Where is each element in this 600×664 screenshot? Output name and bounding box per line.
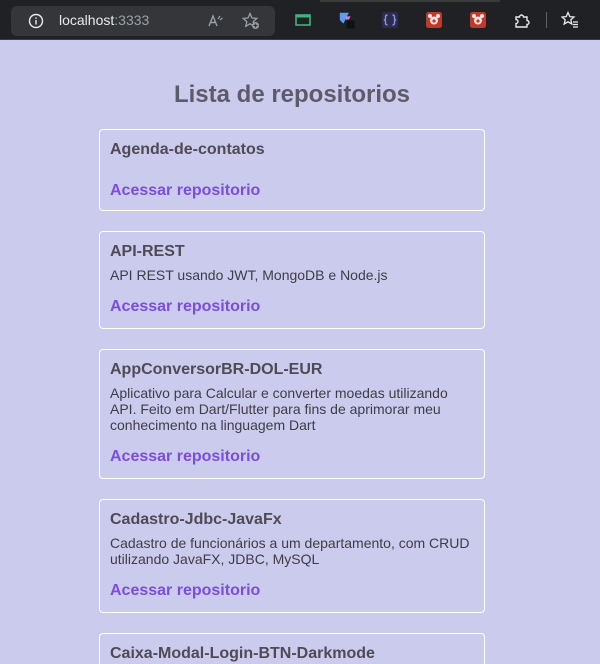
repo-name: AppConversorBR-DOL-EUR <box>110 361 323 378</box>
browser-toolbar: localhost:3333 <box>0 0 600 40</box>
repo-description: Aplicativo para Calcular e converter moe… <box>110 385 448 433</box>
repo-link[interactable]: Acessar repositorio <box>110 581 474 600</box>
repo-name: Cadastro-Jdbc-JavaFx <box>110 511 282 528</box>
extensions-puzzle-icon[interactable] <box>513 11 531 29</box>
extension-screen-icon[interactable] <box>294 11 312 29</box>
repo-card: AppConversorBR-DOL-EUR Aplicativo para C… <box>99 349 485 479</box>
repo-link[interactable]: Acessar repositorio <box>110 297 474 316</box>
url-host: localhost <box>59 12 115 28</box>
repo-description: Cadastro de funcionários a um departamen… <box>110 535 470 567</box>
add-favorite-icon[interactable] <box>242 12 260 30</box>
toolbar-separator <box>546 12 547 28</box>
url-port: :3333 <box>114 12 150 28</box>
repo-card: API-REST API REST usando JWT, MongoDB e … <box>99 231 485 329</box>
tab-strip-edge <box>320 0 500 2</box>
extension-json-icon[interactable] <box>381 11 399 29</box>
repo-card: Cadastro-Jdbc-JavaFx Cadastro de funcion… <box>99 499 485 613</box>
repo-link[interactable]: Acessar repositorio <box>110 447 474 466</box>
favorites-icon[interactable] <box>561 11 579 29</box>
repo-card: Agenda-de-contatos Acessar repositorio <box>99 129 485 211</box>
site-info-icon[interactable] <box>28 13 44 29</box>
address-bar[interactable]: localhost:3333 <box>11 6 275 36</box>
repo-description: API REST usando JWT, MongoDB e Node.js <box>110 267 388 283</box>
repo-card: Caixa-Modal-Login-BTN-Darkmode <box>99 633 485 664</box>
repo-link[interactable]: Acessar repositorio <box>110 181 474 200</box>
repo-name: Caixa-Modal-Login-BTN-Darkmode <box>110 645 375 662</box>
extension-flutter-icon[interactable] <box>338 11 356 29</box>
page-title: Lista de repositorios <box>173 81 411 108</box>
read-aloud-icon[interactable] <box>207 12 225 30</box>
repo-name: Agenda-de-contatos <box>110 141 265 158</box>
extension-devtools-2-icon[interactable] <box>469 11 487 29</box>
repo-name: API-REST <box>110 243 185 260</box>
extension-devtools-icon[interactable] <box>425 11 443 29</box>
url-text[interactable]: localhost:3333 <box>59 12 149 28</box>
